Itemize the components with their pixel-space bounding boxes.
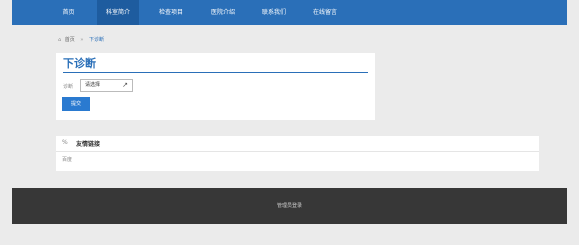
admin-login-link[interactable]: 管理员登录 xyxy=(12,188,567,224)
nav-item-department[interactable]: 科室简介 xyxy=(97,0,139,25)
breadcrumb-current: 下诊断 xyxy=(89,37,105,43)
breadcrumb-home[interactable]: 首页 xyxy=(65,37,75,43)
home-icon: ⌂ xyxy=(58,37,62,43)
nav-item-home[interactable]: 首页 xyxy=(53,0,84,25)
friend-link-baidu[interactable]: 百度 xyxy=(62,156,72,163)
nav-item-hospital[interactable]: 医院介绍 xyxy=(202,0,244,25)
external-link-icon: ↗ xyxy=(122,81,128,89)
diagnosis-select[interactable]: 请选择 ↗ xyxy=(80,79,133,92)
diagnosis-select-value: 请选择 xyxy=(85,82,101,88)
friend-links-header: % 友情链接 xyxy=(56,136,539,152)
top-navbar: 首页 科室简介 检查项目 医院介绍 联系我们 在线留言 xyxy=(12,0,567,25)
page-title: 下诊断 xyxy=(63,57,96,70)
nav-item-exams[interactable]: 检查项目 xyxy=(150,0,192,25)
breadcrumb: ⌂ 首页 » 下诊断 xyxy=(58,35,104,45)
friend-links-panel: % 友情链接 百度 xyxy=(56,136,539,171)
link-icon: % xyxy=(62,139,68,146)
breadcrumb-separator: » xyxy=(80,37,84,43)
nav-item-contact[interactable]: 联系我们 xyxy=(253,0,295,25)
submit-button[interactable]: 提交 xyxy=(62,97,90,111)
title-divider xyxy=(63,72,368,73)
diagnosis-label: 诊断 xyxy=(63,84,74,90)
footer: 管理员登录 xyxy=(12,188,567,224)
nav-item-message[interactable]: 在线留言 xyxy=(304,0,346,25)
friend-links-title: 友情链接 xyxy=(76,141,101,148)
